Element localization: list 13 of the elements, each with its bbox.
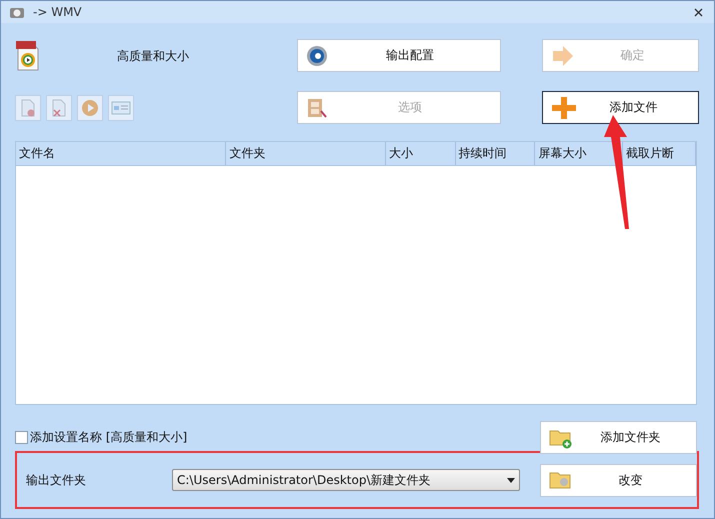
add-preset-name-checkbox[interactable]: 添加设置名称 [高质量和大小] <box>15 429 540 446</box>
output-folder-dropdown[interactable]: C:\Users\Administrator\Desktop\新建文件夹 <box>172 469 520 491</box>
change-button[interactable]: 改变 <box>540 464 697 496</box>
window-title: -> WMV <box>33 5 83 19</box>
add-file-button[interactable]: 添加文件 <box>542 91 699 124</box>
column-header[interactable]: 大小 <box>386 142 456 165</box>
preset-name: 高质量和大小 <box>117 48 189 64</box>
output-config-button[interactable]: 输出配置 <box>297 39 501 72</box>
column-header[interactable]: 持续时间 <box>456 142 536 165</box>
column-header[interactable]: 文件夹 <box>226 142 386 165</box>
column-header[interactable]: 文件名 <box>16 142 226 165</box>
output-folder-label: 输出文件夹 <box>26 472 87 488</box>
add-folder-button[interactable]: 添加文件夹 <box>540 421 697 454</box>
